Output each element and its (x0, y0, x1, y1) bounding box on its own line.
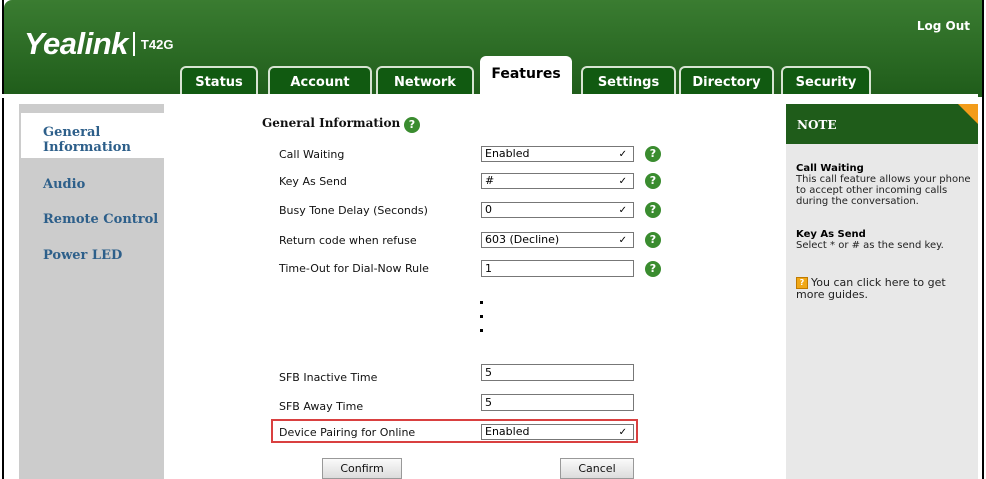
sidebar-item-label-line2: Information (43, 140, 131, 155)
sfb-inactive-time-input[interactable]: 5 (481, 364, 634, 381)
help-icon-section[interactable]: ? (404, 117, 420, 133)
sfb-away-time-input[interactable]: 5 (481, 394, 634, 411)
call-waiting-select[interactable]: Enabled ✓ (481, 146, 634, 162)
note-heading: Key As Send (796, 229, 866, 240)
help-icon-return-code[interactable]: ? (645, 232, 661, 248)
main-tabs: Status Account Network Features Settings… (4, 56, 982, 97)
help-icon-busy-tone-delay[interactable]: ? (645, 202, 661, 218)
ellipsis-dot (480, 329, 483, 332)
call-waiting-label: Call Waiting (279, 148, 345, 161)
return-code-select[interactable]: 603 (Decline) ✓ (481, 232, 634, 248)
sidebar-item-audio[interactable]: Audio (43, 177, 85, 192)
device-pairing-value: Enabled (485, 425, 530, 438)
sidebar-item-power-led[interactable]: Power LED (43, 248, 122, 263)
sidebar-item-general-information[interactable]: General Information (43, 125, 131, 155)
tab-directory[interactable]: Directory (679, 66, 774, 97)
logo-separator (132, 32, 135, 56)
busy-tone-delay-value: 0 (485, 203, 492, 216)
time-out-dial-now-input[interactable]: 1 (481, 260, 634, 277)
busy-tone-delay-label: Busy Tone Delay (Seconds) (279, 204, 428, 217)
help-icon-call-waiting[interactable]: ? (645, 146, 661, 162)
sidebar-item-label-line1: General (43, 125, 101, 140)
sfb-inactive-time-label: SFB Inactive Time (279, 371, 378, 384)
sfb-away-time-label: SFB Away Time (279, 400, 364, 413)
tab-account[interactable]: Account (268, 66, 372, 97)
key-as-send-value: # (485, 174, 495, 187)
tab-features[interactable]: Features (480, 56, 572, 97)
note-body: Select * or # as the send key. (796, 240, 944, 251)
cancel-button[interactable]: Cancel (560, 458, 634, 479)
return-code-value: 603 (Decline) (485, 233, 560, 246)
busy-tone-delay-select[interactable]: 0 ✓ (481, 202, 634, 218)
ellipsis-dot (480, 301, 483, 304)
call-waiting-value: Enabled (485, 147, 530, 160)
confirm-button[interactable]: Confirm (322, 458, 402, 479)
tab-underline (0, 94, 978, 98)
note-call-waiting: Call Waiting This call feature allows yo… (796, 163, 972, 207)
note-heading: Call Waiting (796, 163, 864, 174)
device-pairing-label: Device Pairing for Online (279, 426, 416, 439)
chevron-down-icon: ✓ (618, 176, 627, 187)
note-title: NOTE (797, 118, 837, 132)
tab-status[interactable]: Status (180, 66, 258, 97)
note-body: This call feature allows your phone to a… (796, 174, 971, 207)
header-bar: Yealink T42G Log Out Status Account Netw… (4, 0, 982, 97)
tab-security[interactable]: Security (781, 66, 871, 97)
key-as-send-select[interactable]: # ✓ (481, 173, 634, 189)
tab-settings[interactable]: Settings (581, 66, 676, 97)
chevron-down-icon: ✓ (618, 205, 627, 216)
key-as-send-label: Key As Send (279, 175, 347, 188)
logout-link[interactable]: Log Out (917, 19, 970, 33)
help-icon-key-as-send[interactable]: ? (645, 173, 661, 189)
device-pairing-select[interactable]: Enabled ✓ (481, 424, 634, 440)
chevron-down-icon: ✓ (618, 149, 627, 160)
section-title: General Information (262, 116, 401, 130)
guide-text: You can click here to get more guides. (796, 276, 946, 301)
sidebar (19, 104, 164, 479)
return-code-label: Return code when refuse (279, 234, 417, 247)
sidebar-item-remote-control[interactable]: Remote Control (43, 212, 158, 227)
note-key-as-send: Key As Send Select * or # as the send ke… (796, 229, 972, 251)
ellipsis-dot (480, 315, 483, 318)
tab-network[interactable]: Network (376, 66, 474, 97)
note-corner-fold (958, 104, 978, 124)
chevron-down-icon: ✓ (618, 427, 627, 438)
brand-model: T42G (140, 36, 174, 52)
time-out-dial-now-label: Time-Out for Dial-Now Rule (279, 262, 429, 275)
chevron-down-icon: ✓ (618, 235, 627, 246)
guide-link[interactable]: ? You can click here to get more guides. (796, 277, 972, 301)
help-icon-time-out[interactable]: ? (645, 261, 661, 277)
